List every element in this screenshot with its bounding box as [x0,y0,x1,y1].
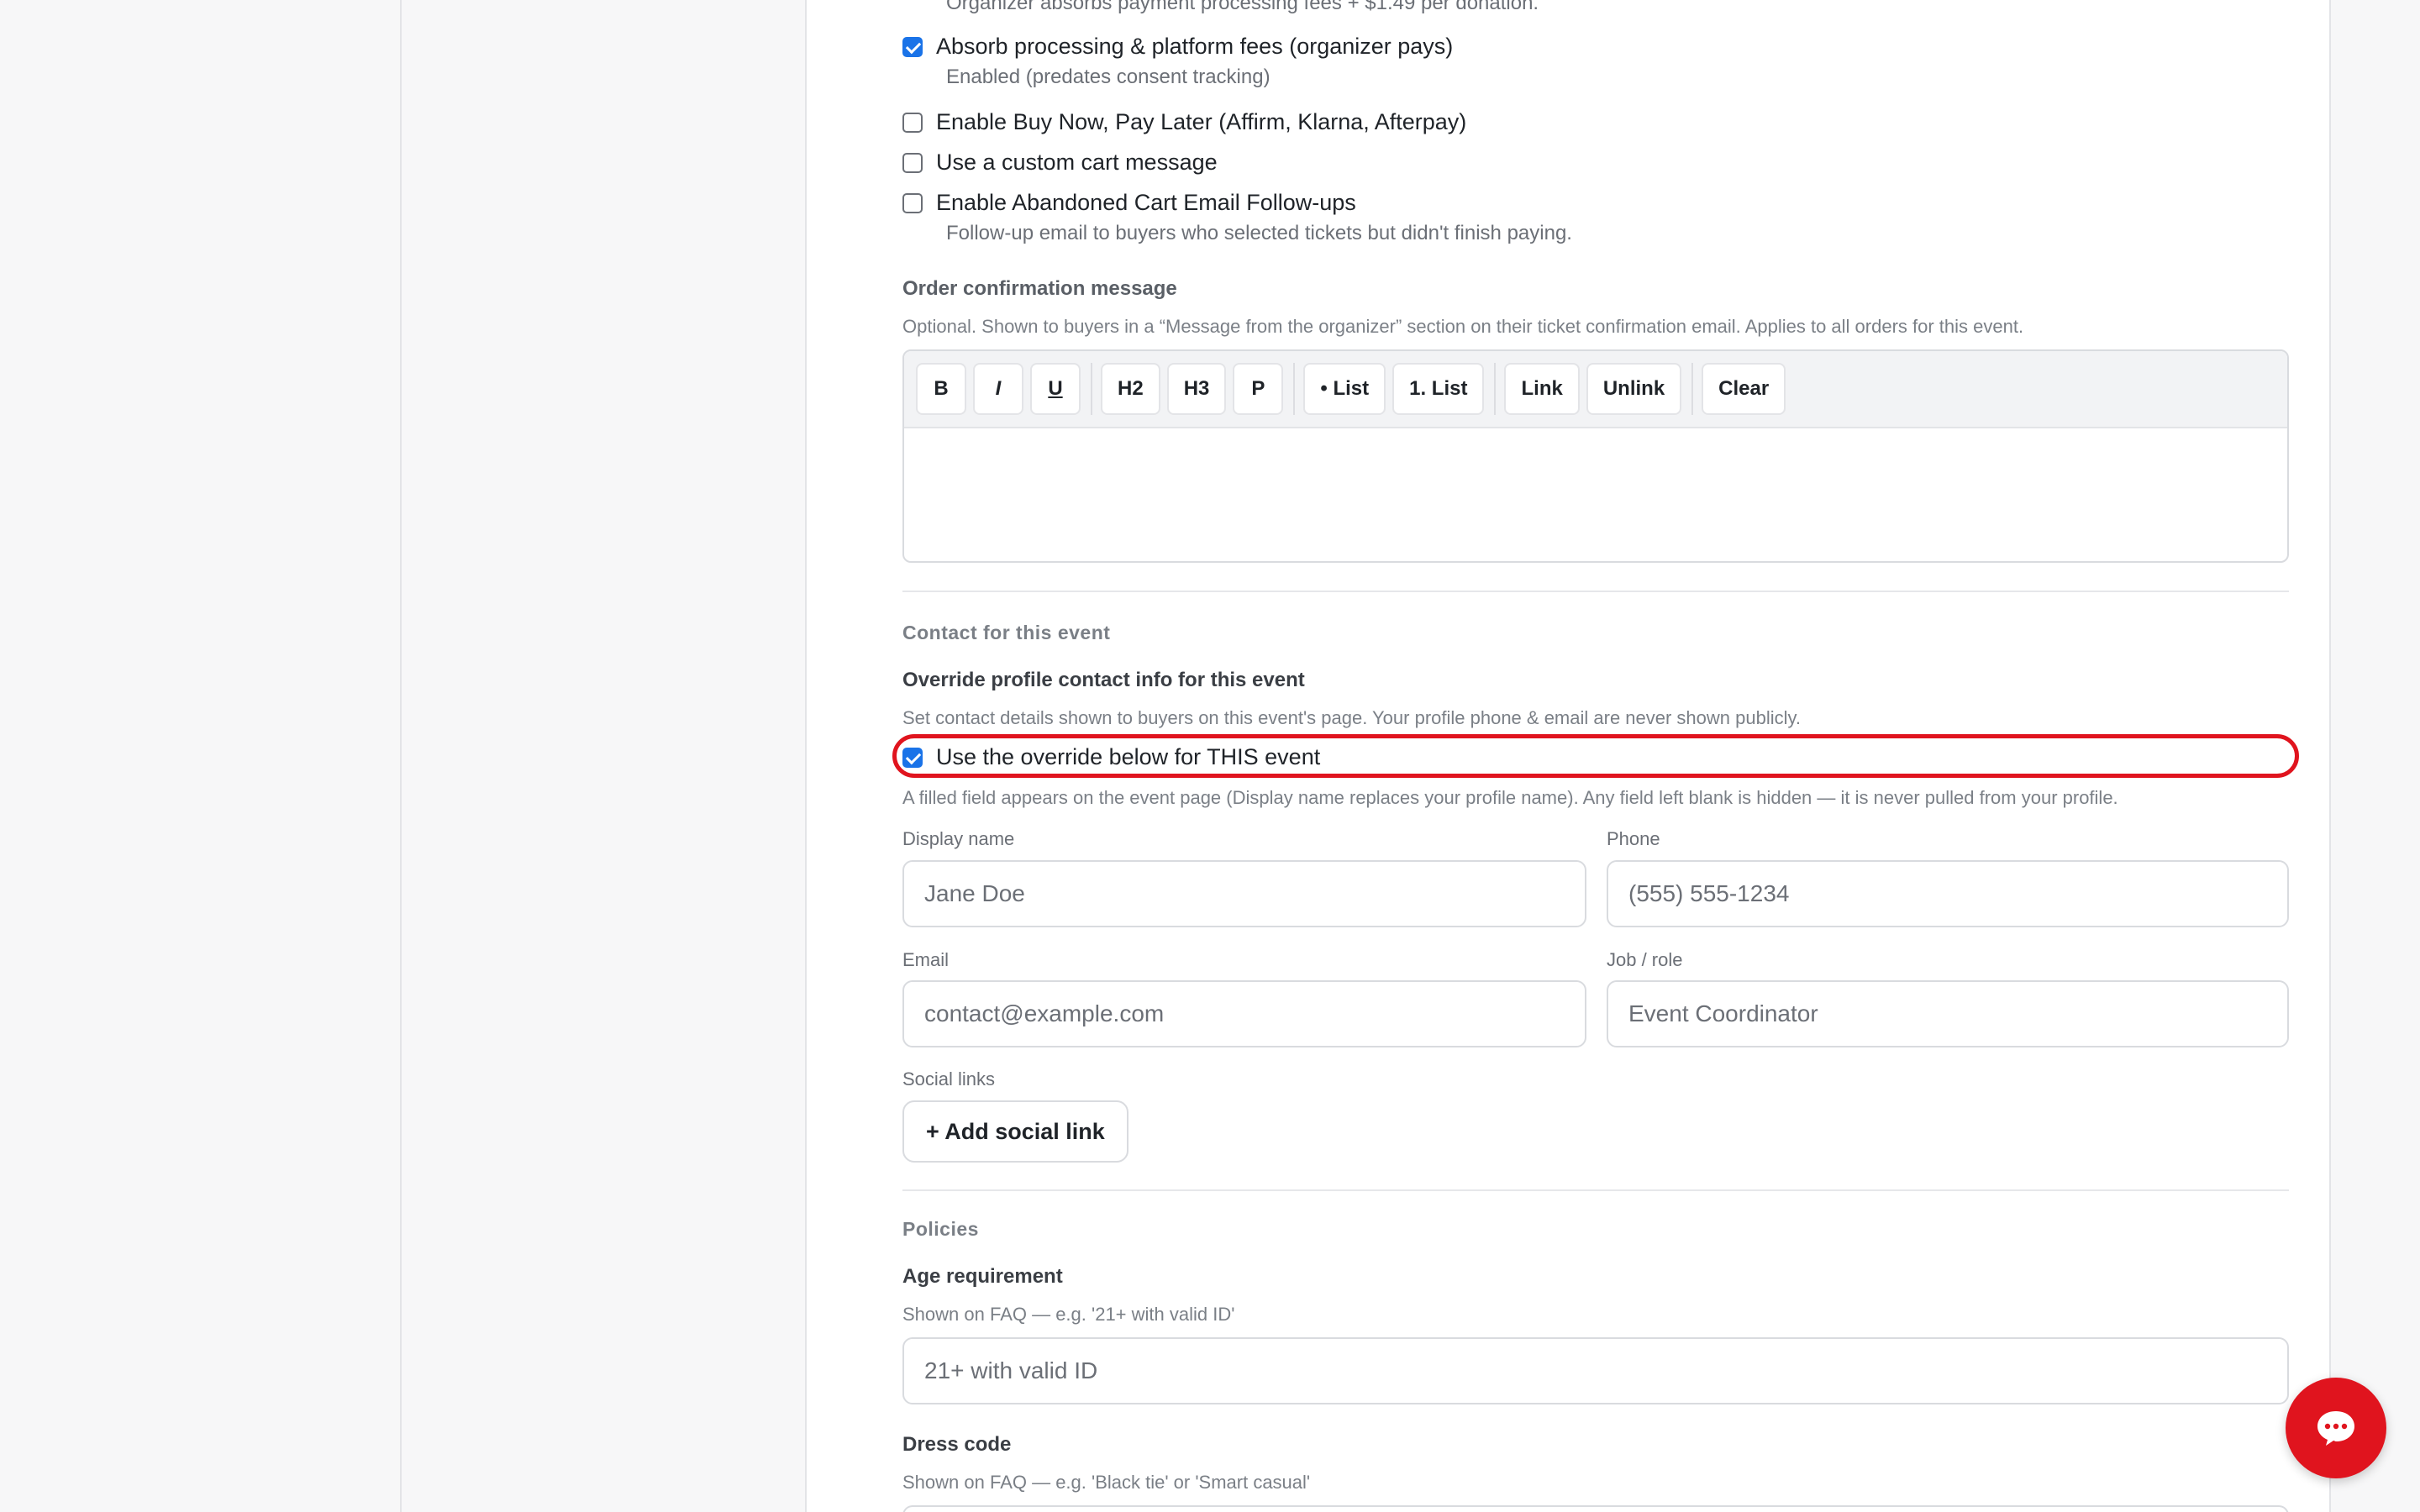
toolbar-separator [1091,363,1092,415]
fees-summary-text: Organizer absorbs payment processing fee… [946,0,1539,14]
display-name-label: Display name [902,828,1015,849]
bnpl-option[interactable]: Enable Buy Now, Pay Later (Affirm, Klarn… [902,109,1466,135]
underline-button[interactable]: U [1030,363,1081,415]
abandoned-cart-checkbox[interactable] [902,192,923,213]
absorb-fees-status: Enabled (predates consent tracking) [946,66,1270,88]
order-confirmation-help: Optional. Shown to buyers in a “Message … [902,316,2024,337]
dress-code-title: Dress code [902,1433,1012,1456]
italic-button[interactable]: I [973,363,1023,415]
absorb-fees-checkbox[interactable] [902,36,923,57]
abandoned-cart-label: Enable Abandoned Cart Email Follow-ups [936,190,1356,215]
toolbar-separator [1494,363,1497,415]
email-label: Email [902,949,950,970]
policies-section-title: Policies [902,1218,979,1240]
dress-code-help: Shown on FAQ — e.g. 'Black tie' or 'Smar… [902,1472,1311,1493]
job-role-input[interactable]: Event Coordinator [1607,980,2289,1047]
editor-body[interactable] [904,428,2287,561]
override-contact-help: Set contact details shown to buyers on t… [902,707,1801,728]
order-confirmation-title: Order confirmation message [902,277,1177,300]
paragraph-button[interactable]: P [1233,363,1284,415]
absorb-fees-option[interactable]: Absorb processing & platform fees (organ… [902,34,1453,60]
confirmation-message-editor[interactable]: B I U H2 H3 P • List 1. List Link Unlink… [902,349,2289,563]
toolbar-separator [1293,363,1296,415]
custom-cart-message-option[interactable]: Use a custom cart message [902,150,1218,176]
bold-button[interactable]: B [916,363,966,415]
override-note: A filled field appears on the event page… [902,787,2118,808]
add-social-link-button[interactable]: + Add social link [902,1100,1128,1163]
chat-bubble-icon [2317,1411,2354,1446]
age-requirement-help: Shown on FAQ — e.g. '21+ with valid ID' [902,1304,1235,1325]
chat-button[interactable] [2286,1378,2386,1478]
section-divider [902,1189,2289,1191]
heading3-button[interactable]: H3 [1166,363,1227,415]
bullet-list-button[interactable]: • List [1303,363,1386,415]
phone-input[interactable]: (555) 555-1234 [1607,860,2289,927]
editor-toolbar: B I U H2 H3 P • List 1. List Link Unlink… [904,351,2287,428]
numbered-list-button[interactable]: 1. List [1392,363,1485,415]
age-requirement-input[interactable]: 21+ with valid ID [902,1337,2289,1404]
social-links-label: Social links [902,1068,996,1089]
age-requirement-title: Age requirement [902,1265,1063,1288]
toolbar-separator [1691,363,1694,415]
left-sidebar [0,0,402,1512]
unlink-button[interactable]: Unlink [1586,363,1682,415]
override-checkbox[interactable] [902,747,923,768]
section-divider [902,591,2289,592]
override-contact-title: Override profile contact info for this e… [902,669,1305,691]
event-settings-panel: Organizer absorbs payment processing fee… [805,0,2331,1512]
override-label: Use the override below for THIS event [936,744,1321,769]
page-gutter [403,0,805,1512]
job-role-label: Job / role [1607,949,1683,970]
phone-label: Phone [1607,828,1660,849]
clear-format-button[interactable]: Clear [1702,363,1786,415]
email-input[interactable]: contact@example.com [902,980,1586,1047]
abandoned-cart-help: Follow-up email to buyers who selected t… [946,222,1572,244]
bnpl-checkbox[interactable] [902,112,923,133]
abandoned-cart-option[interactable]: Enable Abandoned Cart Email Follow-ups [902,190,1356,216]
absorb-fees-label: Absorb processing & platform fees (organ… [936,34,1454,59]
display-name-input[interactable]: Jane Doe [902,860,1586,927]
dress-code-input[interactable] [902,1505,2289,1512]
contact-section-title: Contact for this event [902,622,1111,643]
bnpl-label: Enable Buy Now, Pay Later (Affirm, Klarn… [936,109,1467,134]
custom-cart-message-label: Use a custom cart message [936,150,1218,175]
custom-cart-message-checkbox[interactable] [902,152,923,173]
link-button[interactable]: Link [1504,363,1580,415]
override-option[interactable]: Use the override below for THIS event [902,744,1320,770]
heading2-button[interactable]: H2 [1101,363,1160,415]
